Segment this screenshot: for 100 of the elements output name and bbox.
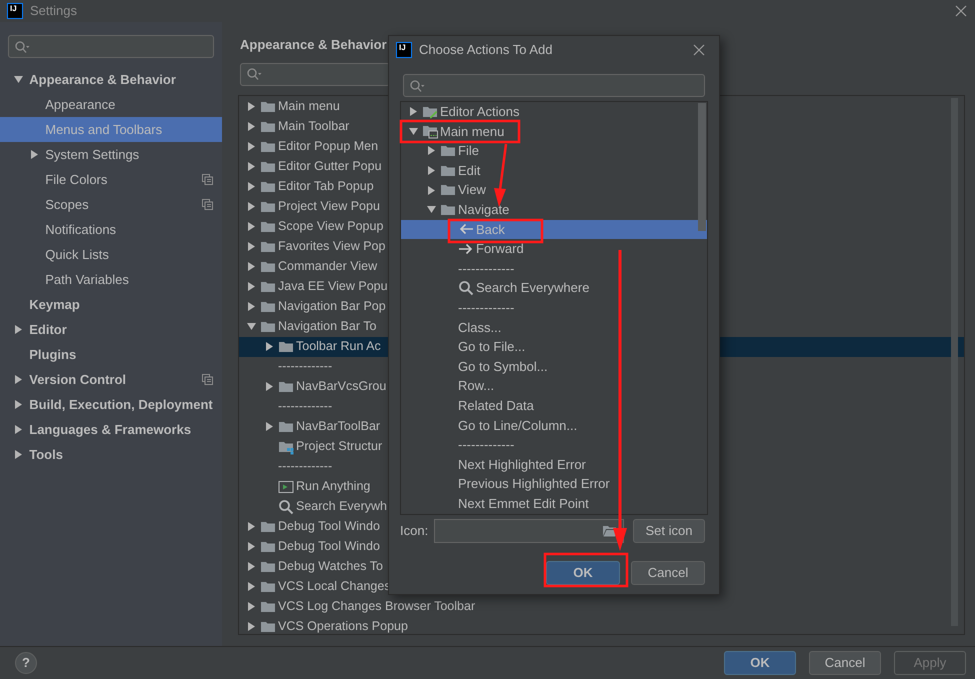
caret-icon[interactable] <box>408 107 418 116</box>
caret-icon[interactable] <box>246 102 256 111</box>
sidebar-item[interactable]: Appearance <box>0 92 222 117</box>
sidebar-item[interactable]: Plugins <box>0 342 222 367</box>
tree-item[interactable]: Go to File... <box>440 337 526 357</box>
dialog-button[interactable]: OK <box>546 561 620 585</box>
sidebar-item[interactable]: File Colors <box>0 167 222 192</box>
tree-item[interactable]: Debug Tool Windo <box>242 516 380 536</box>
caret-icon[interactable] <box>14 425 22 434</box>
tree-item[interactable]: File <box>422 141 479 161</box>
caret-icon[interactable] <box>246 582 256 591</box>
caret-icon[interactable] <box>264 382 274 391</box>
caret-icon[interactable] <box>14 75 22 84</box>
tree-item[interactable]: Main menu <box>242 96 340 116</box>
caret-icon[interactable] <box>246 162 256 171</box>
sidebar-item[interactable]: Notifications <box>0 217 222 242</box>
scrollbar[interactable] <box>698 103 706 231</box>
tree-item[interactable]: Editor Gutter Popu <box>242 156 382 176</box>
caret-icon[interactable] <box>14 325 22 334</box>
caret-icon[interactable] <box>246 202 256 211</box>
caret-icon[interactable] <box>246 242 256 251</box>
separator-item[interactable]: ------------- <box>260 356 332 376</box>
caret-icon[interactable] <box>246 602 256 611</box>
caret-icon[interactable] <box>426 146 436 156</box>
tree-item[interactable]: Search Everywh <box>260 496 388 516</box>
tree-item[interactable]: Next Emmet Edit Point <box>440 494 589 514</box>
caret-icon[interactable] <box>246 122 256 131</box>
close-icon[interactable] <box>955 5 967 17</box>
caret-icon[interactable] <box>246 182 256 191</box>
tree-item[interactable]: Debug Tool Windo <box>242 536 380 556</box>
tree-item[interactable]: Previous Highlighted Error <box>440 474 610 494</box>
tree-item[interactable]: Main menu <box>404 122 504 142</box>
caret-icon[interactable] <box>246 322 256 331</box>
search-field[interactable] <box>240 62 390 86</box>
caret-icon[interactable] <box>426 205 436 214</box>
sidebar-item[interactable]: System Settings <box>0 142 222 167</box>
caret-icon[interactable] <box>14 400 22 409</box>
sidebar-item[interactable]: Appearance & Behavior <box>0 67 222 92</box>
sidebar-item[interactable]: Scopes <box>0 192 222 217</box>
separator-item[interactable]: ------------- <box>440 435 514 455</box>
dialog-button[interactable]: Cancel <box>631 561 705 585</box>
tree-item[interactable]: Navigation Bar To <box>242 316 376 336</box>
caret-icon[interactable] <box>246 522 256 531</box>
caret-icon[interactable] <box>246 622 256 631</box>
set-icon-button[interactable]: Set icon <box>633 518 705 542</box>
tree-item[interactable]: Row... <box>440 376 494 396</box>
tree-item[interactable]: Next Highlighted Error <box>440 454 586 474</box>
sidebar-item[interactable]: Tools <box>0 442 222 467</box>
tree-item[interactable]: Go to Symbol... <box>440 356 548 376</box>
caret-icon[interactable] <box>30 150 38 159</box>
caret-icon[interactable] <box>246 562 256 571</box>
tree-item[interactable]: VCS Log Changes Browser Toolbar <box>242 596 476 616</box>
tree-item[interactable]: Search Everywhere <box>440 278 590 298</box>
separator-item[interactable]: ------------- <box>260 456 332 476</box>
caret-icon[interactable] <box>246 282 256 291</box>
sidebar-item[interactable]: Version Control <box>0 367 222 392</box>
tree-item[interactable]: Go to Line/Column... <box>440 416 578 436</box>
caret-icon[interactable] <box>246 142 256 151</box>
caret-icon[interactable] <box>246 262 256 271</box>
tree-item[interactable]: Favorites View Pop <box>242 236 386 256</box>
caret-icon[interactable] <box>246 222 256 231</box>
sidebar-item[interactable]: Build, Execution, Deployment <box>0 392 222 417</box>
caret-icon[interactable] <box>264 342 274 351</box>
tree-item[interactable]: Project Structur <box>260 436 382 456</box>
tree-item[interactable]: Editor Actions <box>404 102 520 122</box>
caret-icon[interactable] <box>426 166 436 176</box>
tree-item[interactable]: Main Toolbar <box>242 116 350 136</box>
search-field[interactable] <box>8 35 214 58</box>
close-icon[interactable] <box>693 44 705 56</box>
caret-icon[interactable] <box>14 450 22 459</box>
tree-item[interactable]: Toolbar Run Ac <box>260 336 381 356</box>
tree-item[interactable]: Navigation Bar Pop <box>242 296 386 316</box>
scrollbar[interactable] <box>951 98 958 626</box>
tree-item[interactable]: Related Data <box>440 396 534 416</box>
separator-item[interactable]: ------------- <box>440 258 514 278</box>
caret-icon[interactable] <box>426 186 436 195</box>
sidebar-item[interactable]: Keymap <box>0 292 222 317</box>
tree-item[interactable]: View <box>422 180 486 200</box>
separator-item[interactable]: ------------- <box>260 396 332 416</box>
tree-item[interactable]: Editor Popup Men <box>242 136 378 156</box>
tree-item[interactable]: Java EE View Popu <box>242 276 388 296</box>
tree-item[interactable]: VCS Operations Popup <box>242 616 408 634</box>
search-field[interactable] <box>403 74 705 97</box>
tree-item[interactable]: Editor Tab Popup <box>242 176 374 196</box>
caret-icon[interactable] <box>408 126 418 136</box>
tree-item[interactable]: NavBarToolBar <box>260 416 380 436</box>
sidebar-item[interactable]: Quick Lists <box>0 242 222 267</box>
icon-path-field[interactable] <box>434 518 624 542</box>
sidebar-item[interactable]: Languages & Frameworks <box>0 417 222 442</box>
tree-item[interactable]: Forward <box>440 239 524 259</box>
sidebar-item[interactable]: Editor <box>0 317 222 342</box>
tree-item[interactable]: Commander View <box>242 256 378 276</box>
tree-item[interactable]: Edit <box>422 160 480 180</box>
footer-button[interactable]: Cancel <box>809 651 881 675</box>
tree-item[interactable]: Run Anything <box>260 476 370 496</box>
tree-item[interactable]: NavBarVcsGrou <box>260 376 386 396</box>
caret-icon[interactable] <box>14 375 22 384</box>
sidebar-item[interactable]: Path Variables <box>0 267 222 292</box>
tree-item[interactable]: Navigate <box>422 200 510 220</box>
caret-icon[interactable] <box>246 302 256 311</box>
